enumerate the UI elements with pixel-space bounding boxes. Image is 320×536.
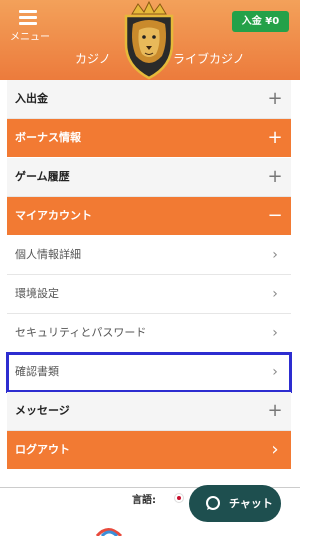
- menu-item-preferences[interactable]: 環境設定 ›: [7, 275, 291, 314]
- menu-item-personal-details[interactable]: 個人情報詳細 ›: [7, 236, 291, 275]
- account-menu: 入出金 + ボーナス情報 + ゲーム履歴 + マイアカウント − 個人情報詳細 …: [6, 80, 292, 470]
- plus-icon: +: [267, 166, 283, 187]
- menu-item-messages[interactable]: メッセージ +: [7, 392, 291, 431]
- tab-live-casino[interactable]: ライブカジノ: [173, 50, 245, 67]
- chevron-right-icon: ›: [272, 325, 278, 341]
- deposit-button[interactable]: 入金 ¥0: [232, 11, 289, 32]
- plus-icon: +: [267, 88, 283, 109]
- language-label: 言語:: [132, 495, 156, 506]
- menu-label: メニュー: [10, 32, 50, 43]
- minus-icon: −: [267, 205, 283, 226]
- menu-item-label: ボーナス情報: [15, 131, 81, 144]
- chat-button[interactable]: チャット: [189, 485, 281, 522]
- chat-label: チャット: [229, 497, 273, 510]
- partner-logo-icon: [95, 528, 123, 536]
- top-header: メニュー 入金 ¥0 カジノ ライブカジノ: [0, 0, 300, 80]
- tab-casino[interactable]: カジノ: [75, 50, 111, 67]
- lion-logo-icon[interactable]: [118, 0, 180, 80]
- chevron-right-icon: ›: [272, 286, 278, 302]
- plus-icon: +: [267, 400, 283, 421]
- menu-item-verification-documents[interactable]: 確認書類 ›: [6, 352, 292, 393]
- menu-item-label: 確認書類: [15, 365, 59, 378]
- hamburger-icon: [19, 10, 37, 28]
- menu-button[interactable]: メニュー: [10, 8, 50, 43]
- menu-item-deposit-withdraw[interactable]: 入出金 +: [7, 80, 291, 119]
- menu-item-label: メッセージ: [15, 404, 70, 417]
- chevron-right-icon: ›: [271, 439, 279, 460]
- japan-flag-icon[interactable]: [174, 493, 184, 503]
- menu-item-label: 入出金: [15, 92, 48, 105]
- menu-item-label: 個人情報詳細: [15, 248, 81, 261]
- menu-item-label: ログアウト: [15, 443, 70, 456]
- menu-item-security-password[interactable]: セキュリティとパスワード ›: [7, 314, 291, 353]
- menu-item-logout[interactable]: ログアウト ›: [7, 431, 291, 470]
- menu-item-label: 環境設定: [15, 287, 59, 300]
- plus-icon: +: [267, 127, 283, 148]
- menu-item-game-history[interactable]: ゲーム履歴 +: [7, 158, 291, 197]
- chat-bubble-icon: [206, 496, 220, 510]
- menu-item-label: セキュリティとパスワード: [15, 326, 147, 339]
- menu-item-label: ゲーム履歴: [15, 170, 70, 183]
- menu-item-label: マイアカウント: [15, 209, 92, 222]
- menu-item-my-account[interactable]: マイアカウント −: [7, 197, 291, 236]
- chevron-right-icon: ›: [272, 247, 278, 263]
- chevron-right-icon: ›: [272, 364, 278, 380]
- menu-item-bonus-info[interactable]: ボーナス情報 +: [7, 119, 291, 158]
